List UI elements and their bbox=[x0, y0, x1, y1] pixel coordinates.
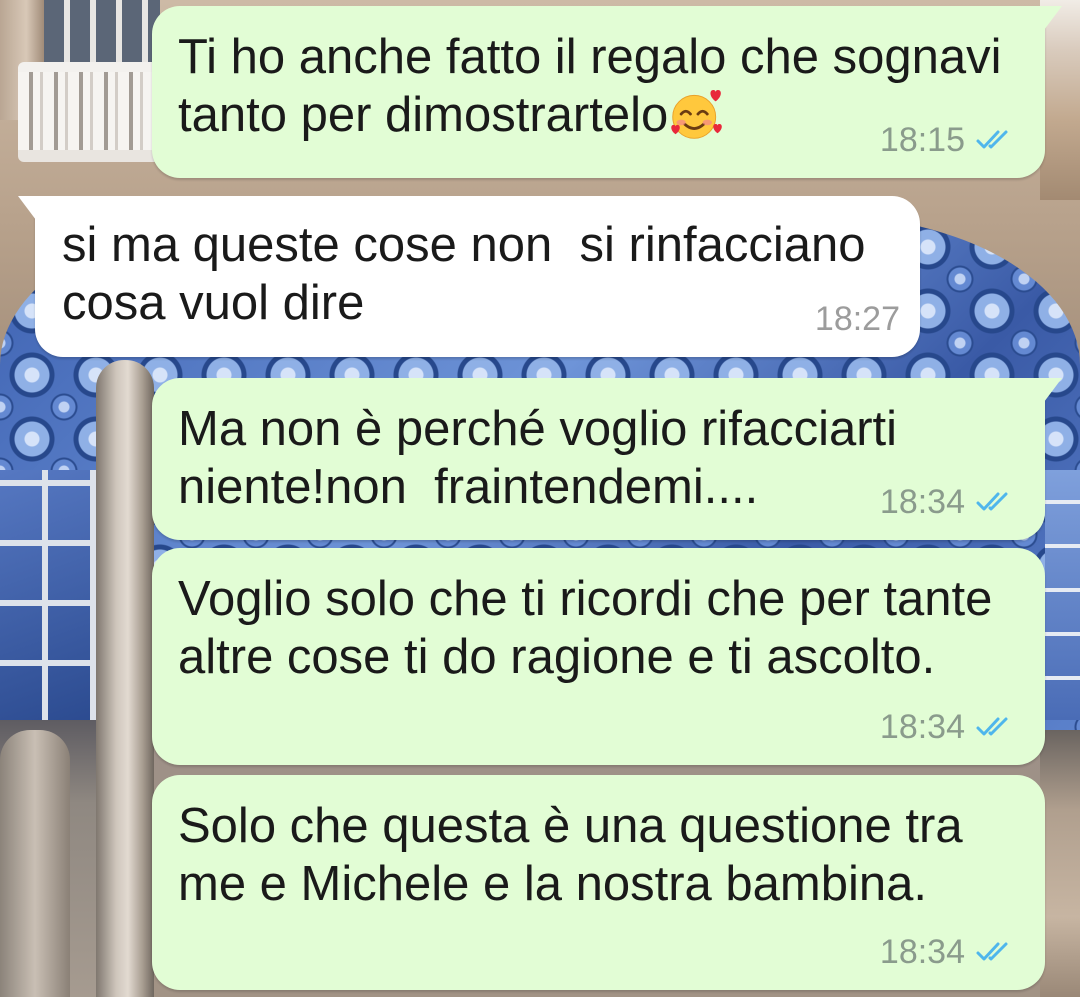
double-check-read-icon bbox=[975, 715, 1017, 739]
message-meta: 18:34 bbox=[880, 932, 1017, 972]
outgoing-message-bubble[interactable]: Solo che questa è una questione tra me e… bbox=[152, 775, 1045, 990]
message-body: si ma queste cose non si rinfacciano cos… bbox=[62, 216, 893, 332]
message-meta: 18:27 bbox=[815, 299, 900, 339]
message-text: si ma queste cose non si rinfacciano cos… bbox=[62, 218, 880, 330]
wallpaper-stone-right-bottom bbox=[1040, 730, 1080, 997]
wallpaper-right-window bbox=[1045, 470, 1080, 720]
smiling-face-with-hearts-icon bbox=[669, 87, 725, 143]
message-time: 18:34 bbox=[879, 933, 965, 971]
wallpaper-column bbox=[0, 730, 70, 997]
wallpaper-left-window bbox=[0, 470, 96, 720]
message-text: Ma non è perché voglio rifacciarti nient… bbox=[178, 402, 911, 514]
wallpaper-window-panes bbox=[44, 0, 160, 62]
message-time: 18:34 bbox=[879, 708, 965, 746]
outgoing-message-bubble[interactable]: Voglio solo che ti ricordi che per tante… bbox=[152, 548, 1045, 765]
message-body: Solo che questa è una questione tra me e… bbox=[178, 797, 1020, 913]
message-time: 18:15 bbox=[879, 121, 965, 159]
message-meta: 18:15 bbox=[880, 120, 1017, 160]
double-check-read-icon bbox=[975, 490, 1017, 514]
message-meta: 18:34 bbox=[880, 707, 1017, 747]
message-text: Solo che questa è una questione tra me e… bbox=[178, 799, 977, 911]
message-time: 18:27 bbox=[814, 300, 900, 338]
wallpaper-stone-right-top bbox=[1040, 0, 1080, 200]
message-meta: 18:34 bbox=[880, 482, 1017, 522]
double-check-read-icon bbox=[975, 128, 1017, 152]
chat-screen: Ti ho anche fatto il regalo che sognavi … bbox=[0, 0, 1080, 997]
message-body: Voglio solo che ti ricordi che per tante… bbox=[178, 570, 1020, 686]
wallpaper-balcony-railing bbox=[18, 62, 160, 162]
outgoing-message-bubble[interactable]: Ti ho anche fatto il regalo che sognavi … bbox=[152, 6, 1045, 178]
incoming-message-bubble[interactable]: si ma queste cose non si rinfacciano cos… bbox=[35, 196, 920, 357]
message-text: Voglio solo che ti ricordi che per tante… bbox=[178, 572, 1007, 684]
wallpaper-column bbox=[96, 360, 154, 997]
double-check-read-icon bbox=[975, 940, 1017, 964]
message-time: 18:34 bbox=[879, 483, 965, 521]
outgoing-message-bubble[interactable]: Ma non è perché voglio rifacciarti nient… bbox=[152, 378, 1045, 540]
